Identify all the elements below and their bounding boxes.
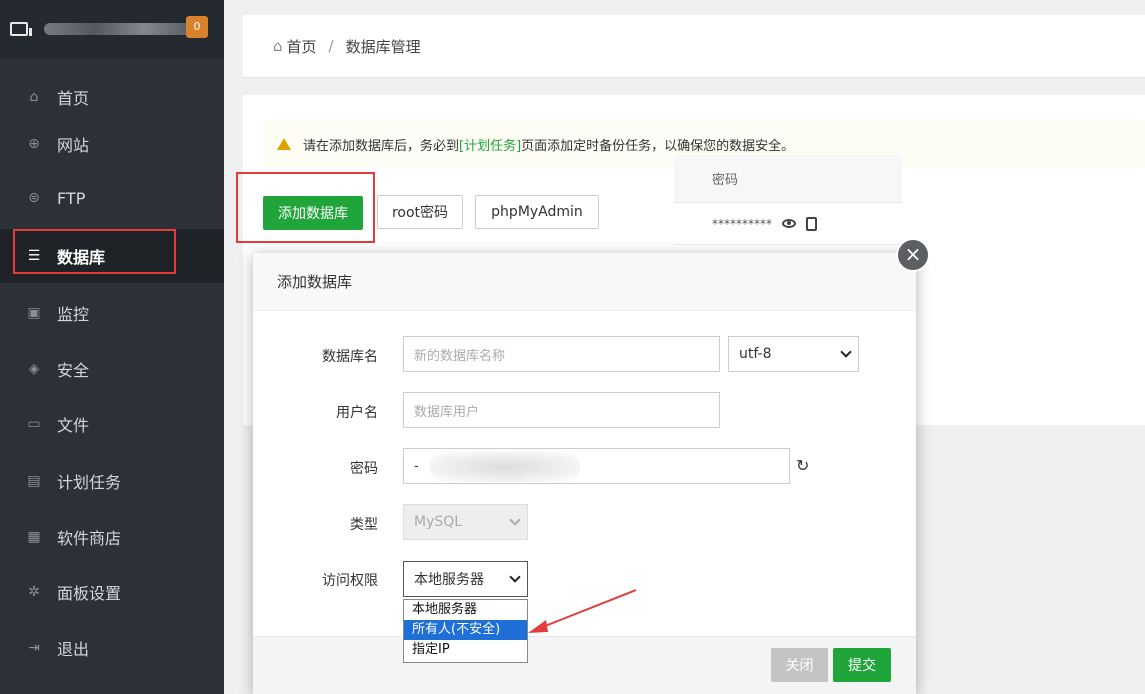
username-label: 用户名 [336,405,378,421]
chevron-down-icon [509,514,521,526]
submit-button[interactable]: 提交 [833,648,891,682]
root-password-button[interactable]: root密码 [377,195,463,229]
highlight-box-add-database [236,172,375,243]
charset-select[interactable]: utf-8 [728,336,859,372]
type-label: 类型 [350,517,378,533]
sidebar-header: 0 [0,0,224,58]
server-name-redacted [44,23,194,35]
access-select[interactable]: 本地服务器 [403,561,528,597]
copy-icon[interactable] [806,216,817,231]
sidebar-item-label: 安全 [57,361,90,380]
access-option-specified-ip[interactable]: 指定IP [404,640,527,660]
notification-badge[interactable]: 0 [186,16,208,38]
password-masked: ********** [712,216,772,231]
monitor-logo-icon [10,22,32,36]
table-row: ********** [674,203,902,245]
db-name-input[interactable]: 新的数据库名称 [403,336,720,372]
sidebar-item-label: 面板设置 [57,584,122,603]
globe-icon: ⊕ [28,136,40,152]
sidebar-item-app-store[interactable]: ▦ 软件商店 [0,511,224,563]
ftp-icon: ⊜ [28,190,40,206]
folder-icon: ▭ [27,416,41,432]
sidebar-item-security[interactable]: ◈ 安全 [0,343,224,395]
sidebar-item-label: 监控 [57,305,90,324]
access-option-local[interactable]: 本地服务器 [404,600,527,620]
refresh-icon[interactable]: ↻ [796,456,809,475]
sidebar: 0 ⌂ 首页 ⊕ 网站 ⊜ FTP ☰ 数据库 ▣ 监控 ◈ 安全 ▭ 文件 ▤… [0,0,224,694]
notice-text-after: 页面添加定时备份任务，以确保您的数据安全。 [521,138,795,154]
chevron-down-icon [840,346,852,358]
sidebar-item-label: 软件商店 [57,529,122,548]
access-dropdown-list: 本地服务器 所有人(不安全) 指定IP [403,599,528,663]
breadcrumb-home[interactable]: 首页 [287,36,317,57]
table-header: 密码 [674,155,902,203]
grid-icon: ▦ [27,529,41,545]
sidebar-item-label: 退出 [57,640,90,659]
sidebar-item-files[interactable]: ▭ 文件 [0,398,224,450]
charset-value: utf-8 [739,346,772,362]
shield-icon: ◈ [28,361,40,377]
type-value: MySQL [414,514,463,530]
sidebar-item-label: 计划任务 [57,473,122,492]
close-button[interactable]: 关闭 [771,648,828,682]
password-redacted [430,452,580,482]
sidebar-item-website[interactable]: ⊕ 网站 [0,118,224,170]
sidebar-item-panel-settings[interactable]: ✲ 面板设置 [0,566,224,618]
notice-text-before: 请在添加数据库后，务必到 [303,138,460,154]
sidebar-item-logout[interactable]: ⇥ 退出 [0,622,224,674]
username-input[interactable]: 数据库用户 [403,392,720,428]
column-header-password: 密码 [712,173,739,188]
home-icon: ⌂ [29,89,39,105]
breadcrumb-separator: / [328,37,334,55]
logout-icon: ⇥ [28,640,40,656]
sidebar-item-label: 文件 [57,416,90,435]
sidebar-item-label: 首页 [57,89,90,108]
highlight-box-database [13,229,176,274]
sidebar-item-label: 网站 [57,136,90,155]
calendar-icon: ▤ [27,473,41,489]
breadcrumb: ⌂ 首页 / 数据库管理 [243,15,1145,78]
password-label: 密码 [350,461,378,477]
notice-cron-link[interactable]: [计划任务] [459,135,521,154]
sidebar-item-monitor[interactable]: ▣ 监控 [0,287,224,339]
sidebar-item-home[interactable]: ⌂ 首页 [0,71,224,123]
warning-icon [277,138,291,150]
chevron-down-icon [509,571,521,583]
sidebar-item-ftp[interactable]: ⊜ FTP [0,172,224,224]
access-value: 本地服务器 [414,572,484,588]
breadcrumb-current: 数据库管理 [345,37,421,56]
home-icon: ⌂ [273,37,283,55]
sidebar-item-label: FTP [57,188,86,208]
close-icon[interactable]: × [896,238,930,272]
phpmyadmin-button[interactable]: phpMyAdmin [475,195,599,229]
type-select: MySQL [403,504,528,540]
db-name-label: 数据库名 [322,349,378,365]
dialog-title: 添加数据库 [253,253,916,311]
monitor-icon: ▣ [27,305,41,321]
settings-icon: ✲ [28,584,40,600]
access-label: 访问权限 [322,573,378,589]
eye-icon[interactable] [782,219,796,228]
access-option-everyone[interactable]: 所有人(不安全) [404,620,527,640]
sidebar-item-cron[interactable]: ▤ 计划任务 [0,455,224,507]
